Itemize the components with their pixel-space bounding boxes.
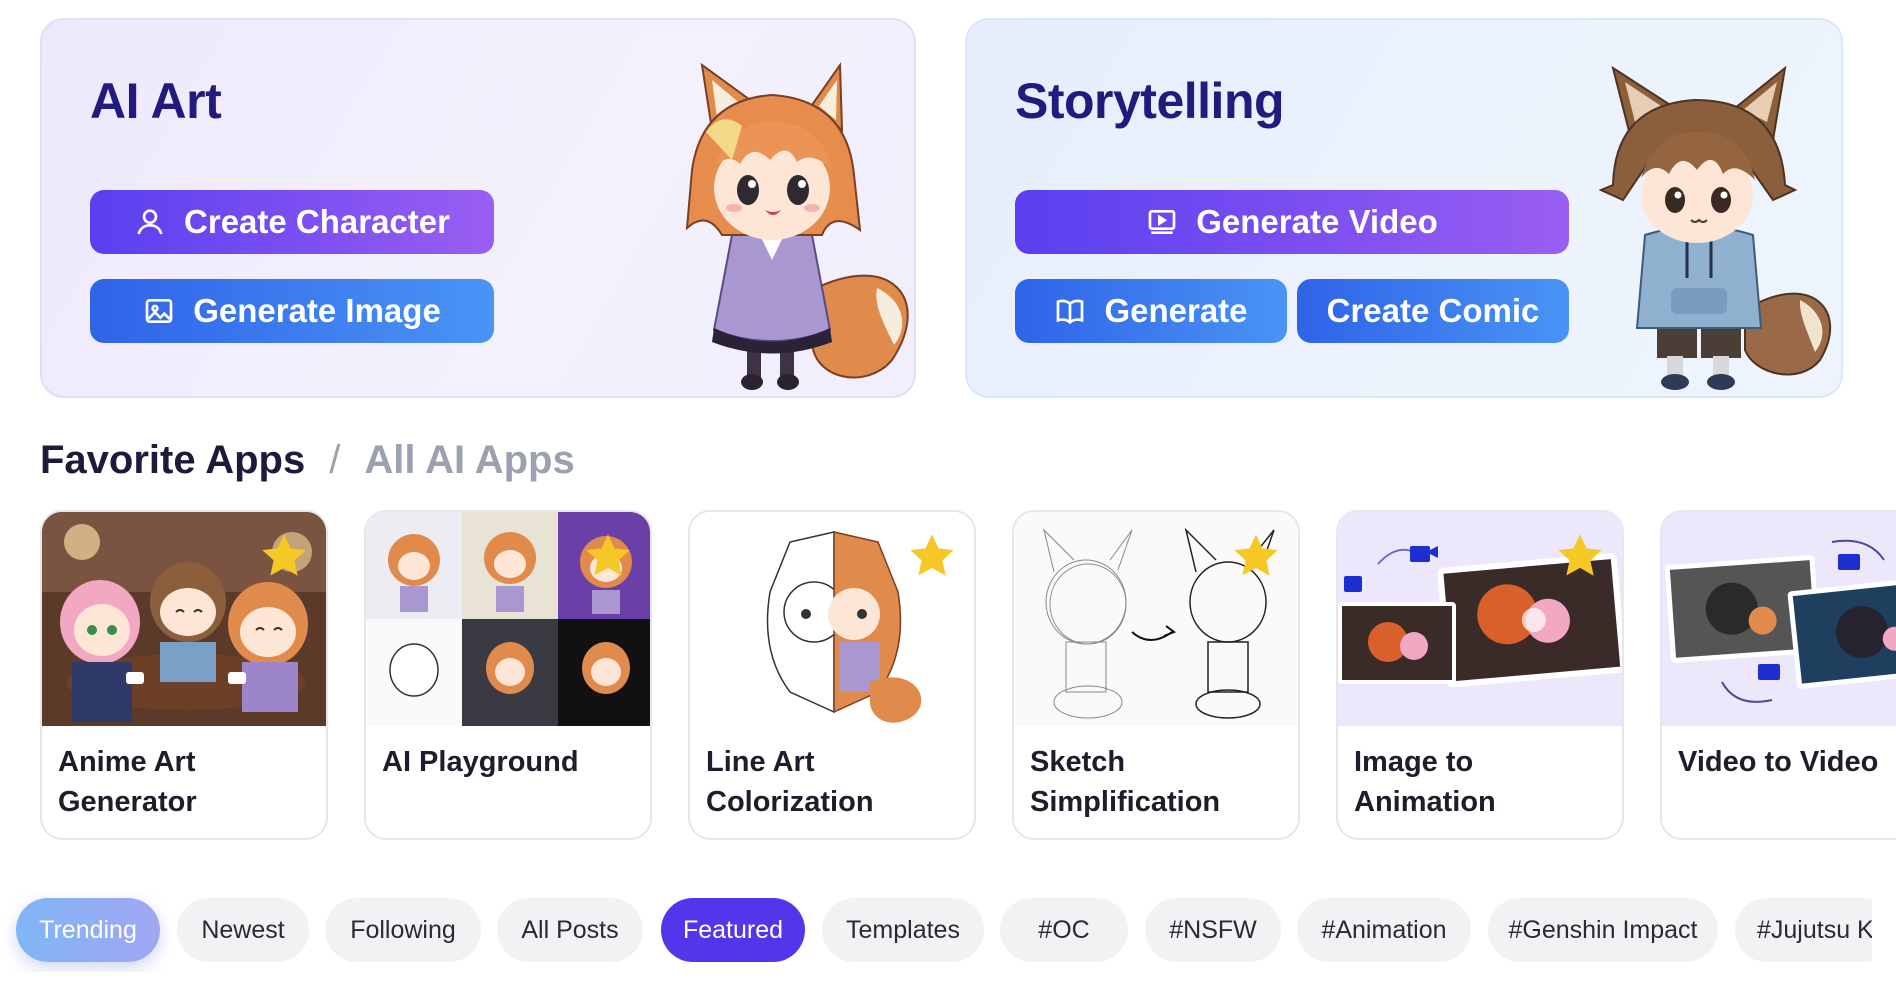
section-separator: /: [329, 438, 341, 482]
favorite-apps-list: Anime Art Generator AI Playground Line A…: [40, 510, 1896, 842]
create-character-button[interactable]: Create Character: [90, 190, 494, 254]
tag-all-posts[interactable]: All Posts: [497, 898, 643, 962]
app-label: Line Art Colorization: [706, 746, 874, 818]
generate-story-button[interactable]: Generate: [1015, 279, 1287, 343]
apps-section-header: Favorite Apps / All AI Apps: [40, 438, 575, 483]
generate-image-label: Generate Image: [193, 292, 441, 329]
star-icon[interactable]: [582, 530, 634, 582]
wolf-boy-illustration: [1598, 65, 1832, 390]
app-card-ai-playground[interactable]: AI Playground: [364, 510, 652, 840]
generate-label: Generate: [1104, 292, 1248, 329]
user-icon: [137, 209, 163, 235]
tag-jujutsu-kaisen[interactable]: #Jujutsu Ka: [1735, 898, 1872, 962]
app-card-anime-art-generator[interactable]: Anime Art Generator: [40, 510, 328, 840]
ai-art-title: AI Art: [90, 73, 222, 129]
video-icon: [1148, 210, 1176, 234]
tag-oc[interactable]: #OC: [1000, 898, 1128, 962]
video-to-video-thumbnail: [1662, 512, 1896, 726]
tag-trending[interactable]: Trending: [16, 898, 160, 962]
storytelling-title: Storytelling: [1015, 73, 1285, 129]
app-card-line-art-colorization[interactable]: Line Art Colorization: [688, 510, 976, 840]
feed-filter-tags: Trending Newest Following All Posts Feat…: [0, 892, 1872, 972]
app-label: Anime Art Generator: [58, 746, 197, 818]
star-icon[interactable]: [258, 530, 310, 582]
app-label: AI Playground: [382, 746, 579, 778]
book-icon: [1057, 299, 1084, 325]
star-icon[interactable]: [906, 530, 958, 582]
tag-following[interactable]: Following: [325, 898, 481, 962]
star-icon[interactable]: [1554, 530, 1606, 582]
app-label: Sketch Simplification: [1030, 746, 1221, 818]
create-comic-button[interactable]: Create Comic: [1297, 279, 1569, 343]
tag-animation[interactable]: #Animation: [1297, 898, 1471, 962]
create-comic-label: Create Comic: [1326, 292, 1540, 329]
generate-video-button[interactable]: Generate Video: [1015, 190, 1569, 254]
ai-art-card: AI Art Create Character Generate Image: [40, 18, 916, 398]
star-icon[interactable]: [1230, 530, 1282, 582]
app-card-video-to-video[interactable]: Video to Video: [1660, 510, 1896, 840]
tag-nsfw[interactable]: #NSFW: [1145, 898, 1281, 962]
create-character-label: Create Character: [184, 203, 450, 240]
app-card-image-to-animation[interactable]: Image to Animation: [1336, 510, 1624, 840]
tab-favorite-apps[interactable]: Favorite Apps: [40, 438, 305, 483]
tab-all-ai-apps[interactable]: All AI Apps: [364, 438, 574, 483]
tag-newest[interactable]: Newest: [177, 898, 309, 962]
tag-templates[interactable]: Templates: [822, 898, 984, 962]
fox-girl-illustration: [685, 61, 909, 390]
tag-genshin-impact[interactable]: #Genshin Impact: [1488, 898, 1718, 962]
generate-image-button[interactable]: Generate Image: [90, 279, 494, 343]
app-label: Image to Animation: [1354, 746, 1496, 818]
tag-featured[interactable]: Featured: [661, 898, 805, 962]
storytelling-card: Storytelling Generate Video Generate Cre…: [965, 18, 1843, 398]
generate-video-label: Generate Video: [1196, 203, 1438, 240]
app-label: Video to Video: [1678, 746, 1879, 778]
image-icon: [145, 299, 173, 323]
app-card-sketch-simplification[interactable]: Sketch Simplification: [1012, 510, 1300, 840]
